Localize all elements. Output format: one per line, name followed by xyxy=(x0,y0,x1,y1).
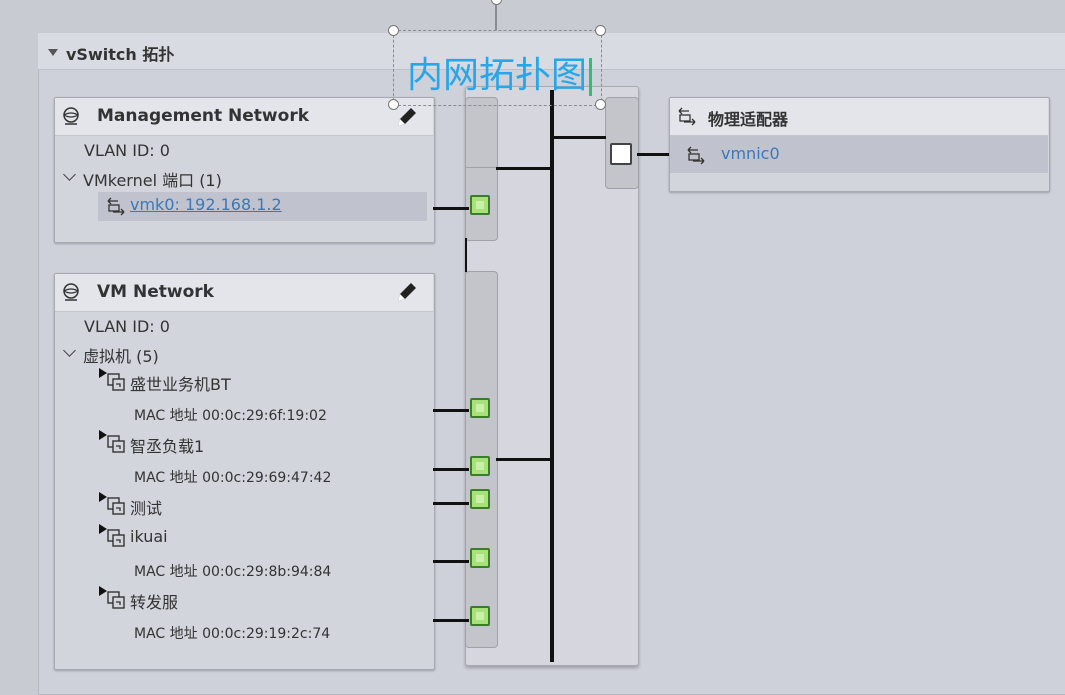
switch-port-group-tab xyxy=(465,97,498,241)
port-icon[interactable] xyxy=(470,195,490,215)
text-cursor xyxy=(589,58,593,96)
vlan-id: VLAN ID: 0 xyxy=(84,317,170,336)
adapter-icon xyxy=(107,197,125,216)
vm-icon xyxy=(107,435,125,453)
connector-line xyxy=(433,502,469,505)
vm-icon xyxy=(107,591,125,609)
resize-handle[interactable] xyxy=(388,99,399,110)
connector-line xyxy=(433,619,469,622)
vlan-id: VLAN ID: 0 xyxy=(84,141,170,160)
physical-adapters-title: 物理适配器 xyxy=(708,110,789,129)
resize-handle[interactable] xyxy=(595,25,606,36)
annotation-text-content: 内网拓扑图 xyxy=(407,55,588,96)
vmk0-link[interactable]: vmk0: 192.168.1.2 xyxy=(130,195,282,214)
annotation-text[interactable]: 内网拓扑图 xyxy=(407,46,593,98)
connector-line xyxy=(433,207,469,210)
resize-handle[interactable] xyxy=(595,99,606,110)
vmnic0-link[interactable]: vmnic0 xyxy=(721,144,780,163)
vm-icon xyxy=(107,497,125,515)
vm-mac: MAC 地址 00:0c:29:6f:19:02 xyxy=(134,408,327,424)
vm-icon xyxy=(107,373,125,391)
vswitch-bus-line xyxy=(550,90,554,662)
bus-branch-line xyxy=(552,136,606,139)
resize-handle[interactable] xyxy=(388,25,399,36)
bus-branch-line xyxy=(496,167,552,170)
bus-branch-line xyxy=(496,458,552,461)
port-icon[interactable] xyxy=(470,456,490,476)
connector-line xyxy=(465,238,467,272)
network-globe-icon xyxy=(63,283,79,301)
port-icon[interactable] xyxy=(470,548,490,568)
vm-name[interactable]: ikuai xyxy=(130,527,168,546)
connector-line xyxy=(433,468,469,471)
port-icon[interactable] xyxy=(470,606,490,626)
vm-mac: MAC 地址 00:0c:29:19:2c:74 xyxy=(134,626,331,642)
pencil-icon[interactable] xyxy=(395,105,419,129)
tab-divider xyxy=(466,167,496,168)
vm-name[interactable]: 盛世业务机BT xyxy=(130,371,231,395)
rotate-handle[interactable] xyxy=(491,0,502,5)
connector-line xyxy=(433,409,469,412)
vm-name[interactable]: 转发服 xyxy=(130,589,178,613)
vm-icon xyxy=(107,529,125,547)
vm-group-label[interactable]: 虚拟机 (5) xyxy=(83,343,159,367)
pencil-icon[interactable] xyxy=(395,280,419,304)
vmkernel-group-label[interactable]: VMkernel 端口 (1) xyxy=(83,167,222,191)
uplink-port-icon[interactable] xyxy=(610,143,632,165)
port-group-title: Management Network xyxy=(97,106,310,126)
vm-name[interactable]: 智丞负载1 xyxy=(130,433,204,457)
connector-line xyxy=(433,560,469,563)
collapse-caret-icon[interactable] xyxy=(48,49,58,56)
adapter-icon xyxy=(687,146,705,165)
panel-title: vSwitch 拓扑 xyxy=(66,45,175,64)
port-icon[interactable] xyxy=(470,398,490,418)
vm-mac: MAC 地址 00:0c:29:69:47:42 xyxy=(134,470,332,486)
port-icon[interactable] xyxy=(470,489,490,509)
vm-name[interactable]: 测试 xyxy=(130,495,162,519)
connector-line xyxy=(637,153,670,156)
port-group-title: VM Network xyxy=(97,282,214,302)
vm-mac: MAC 地址 00:0c:29:8b:94:84 xyxy=(134,564,332,580)
network-globe-icon xyxy=(63,107,79,125)
adapter-icon xyxy=(678,107,696,126)
